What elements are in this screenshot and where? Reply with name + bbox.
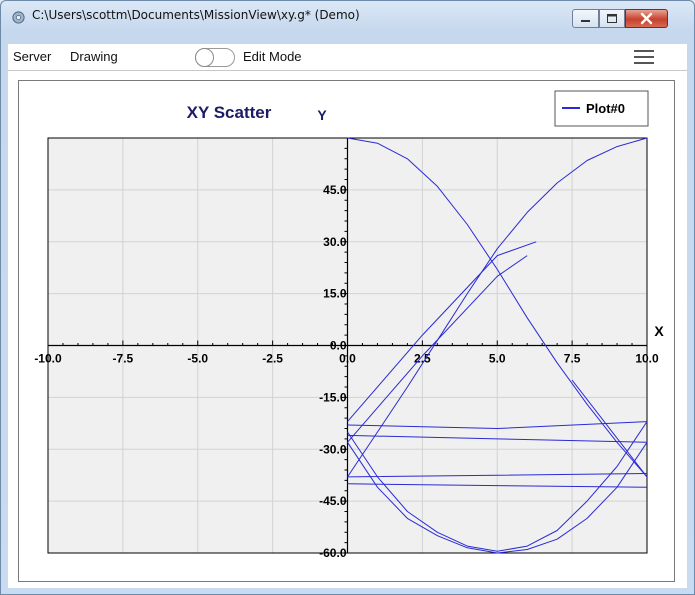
chart-title: XY Scatter — [187, 103, 272, 122]
x-tick-label: 7.5 — [564, 352, 581, 366]
legend-label: Plot#0 — [586, 101, 625, 116]
chart-panel: -10.0 -7.5 -5.0 -2.5 0.0 2.5 5.0 7.5 10.0 45.0 30.… — [18, 80, 675, 582]
y-axis-label: Y — [317, 107, 327, 123]
y-tick-label: -15.0 — [319, 390, 347, 404]
y-tick-label: -45.0 — [319, 494, 347, 508]
menu-drawing[interactable]: Drawing — [70, 49, 118, 64]
gear-icon — [12, 11, 25, 24]
app-window: C:\Users\scottm\Documents\MissionView\xy… — [0, 0, 695, 595]
x-tick-label: 0.0 — [339, 352, 356, 366]
y-tick-label: 45.0 — [323, 183, 347, 197]
maximize-button[interactable] — [599, 9, 625, 28]
menu-bar: Server Drawing Edit Mode — [8, 44, 687, 71]
x-axis-label: X — [654, 323, 664, 339]
y-tick-label: -30.0 — [319, 442, 347, 456]
edit-mode-label: Edit Mode — [243, 49, 302, 64]
minimize-icon — [581, 20, 590, 22]
x-tick-label: -2.5 — [262, 352, 283, 366]
y-tick-label: 15.0 — [323, 287, 347, 301]
x-tick-label: 10.0 — [635, 352, 659, 366]
x-tick-label: -7.5 — [113, 352, 134, 366]
close-icon — [640, 12, 653, 25]
x-tick-label: -10.0 — [34, 352, 62, 366]
xy-scatter-chart: -10.0 -7.5 -5.0 -2.5 0.0 2.5 5.0 7.5 10.045.030.… — [34, 90, 664, 560]
window-title: C:\Users\scottm\Documents\MissionView\xy… — [32, 8, 360, 22]
y-tick-label: 0.0 — [330, 339, 347, 353]
maximize-icon — [607, 14, 617, 23]
close-button[interactable] — [625, 9, 668, 28]
y-tick-label: 30.0 — [323, 235, 347, 249]
x-tick-label: 5.0 — [489, 352, 506, 366]
edit-mode-toggle[interactable] — [195, 48, 235, 67]
content-area: -10.0 -7.5 -5.0 -2.5 0.0 2.5 5.0 7.5 10.0 45.0 30.… — [8, 71, 687, 588]
y-tick-label: -60.0 — [319, 546, 347, 560]
hamburger-icon[interactable] — [634, 50, 654, 64]
minimize-button[interactable] — [572, 9, 599, 28]
x-tick-label: -5.0 — [187, 352, 208, 366]
toggle-knob — [195, 48, 214, 67]
menu-server[interactable]: Server — [13, 49, 51, 64]
title-bar[interactable]: C:\Users\scottm\Documents\MissionView\xy… — [1, 1, 694, 35]
